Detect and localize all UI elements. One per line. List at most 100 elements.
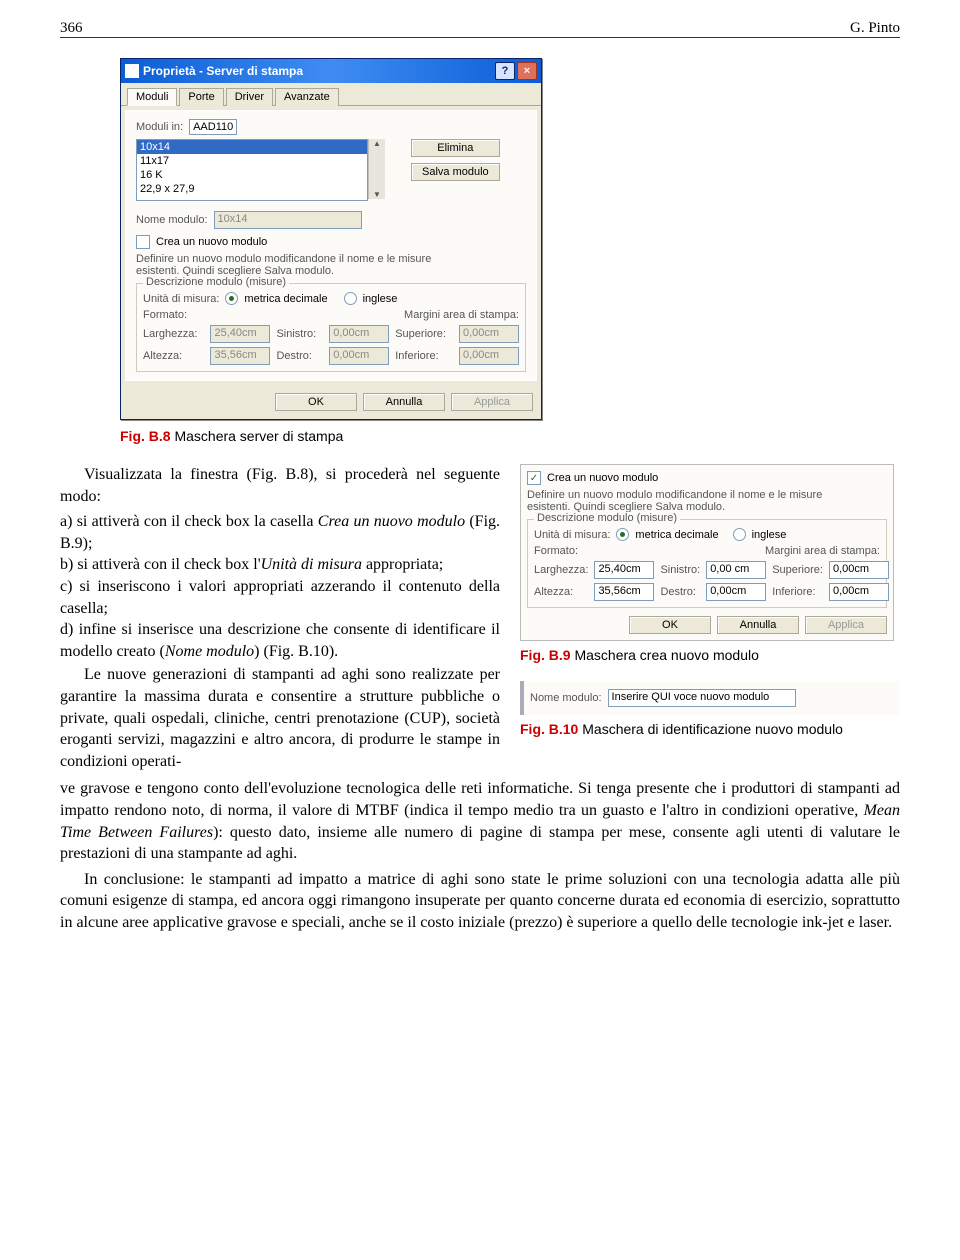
sinistro-input[interactable]: 0,00 cm: [706, 561, 766, 579]
inferiore-label: Inferiore:: [772, 586, 823, 598]
radio-metrica-label: metrica decimale: [244, 293, 327, 305]
body-line: b) si attiverà con il check box l': [60, 556, 261, 573]
check-icon: ✓: [530, 473, 538, 484]
superiore-input[interactable]: 0,00cm: [459, 325, 519, 343]
body-line: Le nuove generazioni di stampanti ad agh…: [60, 666, 500, 769]
annulla-button[interactable]: Annulla: [363, 393, 445, 411]
body-line: Visualizzata la finestra (Fig. B.8), si …: [60, 466, 500, 505]
larghezza-input[interactable]: 25,40cm: [594, 561, 654, 579]
body-italic: Nome modulo: [165, 643, 254, 660]
scroll-down-icon[interactable]: ▼: [373, 190, 381, 199]
destro-label: Destro:: [660, 586, 700, 598]
radio-inglese-label: inglese: [363, 293, 398, 305]
help-text: Definire un nuovo modulo modificandone i…: [527, 489, 847, 513]
larghezza-input[interactable]: 25,40cm: [210, 325, 270, 343]
unita-label: Unità di misura:: [534, 529, 610, 541]
altezza-label: Altezza:: [143, 350, 204, 362]
body-text-left: Visualizzata la finestra (Fig. B.8), si …: [60, 464, 500, 776]
nome-modulo-input[interactable]: 10x14: [214, 211, 362, 229]
body-line: c) si inseriscono i valori appropriati a…: [60, 578, 500, 617]
list-item[interactable]: 22,9 x 27,9: [137, 182, 367, 196]
sinistro-label: Sinistro:: [660, 564, 700, 576]
body-text-bottom: ve gravose e tengono conto dell'evoluzio…: [60, 778, 900, 933]
crea-nuovo-checkbox[interactable]: [136, 235, 150, 249]
sinistro-input[interactable]: 0,00cm: [329, 325, 389, 343]
body-line: ) (Fig. B.10).: [254, 643, 338, 660]
list-item[interactable]: 10x14: [137, 140, 367, 154]
body-line: In conclusione: le stampanti ad impatto …: [60, 869, 900, 934]
list-item[interactable]: 11x17: [137, 154, 367, 168]
tab-porte[interactable]: Porte: [179, 88, 223, 106]
inferiore-label: Inferiore:: [395, 350, 453, 362]
margini-label: Margini area di stampa:: [404, 309, 519, 321]
caption-text: Maschera server di stampa: [174, 428, 343, 444]
scroll-up-icon[interactable]: ▲: [373, 139, 381, 148]
annulla-button[interactable]: Annulla: [717, 616, 799, 634]
larghezza-label: Larghezza:: [143, 328, 204, 340]
altezza-input[interactable]: 35,56cm: [594, 583, 654, 601]
figure-b9-caption: Fig. B.9 Maschera crea nuovo modulo: [520, 647, 900, 663]
formato-label: Formato:: [143, 309, 187, 321]
body-line: a) si attiverà con il check box la casel…: [60, 513, 318, 530]
radio-inglese[interactable]: [344, 292, 357, 305]
help-button[interactable]: ?: [495, 62, 515, 80]
radio-metrica[interactable]: [616, 528, 629, 541]
applica-button[interactable]: Applica: [451, 393, 533, 411]
caption-num: Fig. B.10: [520, 721, 578, 737]
figure-b8-caption: Fig. B.8 Maschera server di stampa: [120, 428, 900, 444]
altezza-label: Altezza:: [534, 586, 588, 598]
body-line: ve gravose e tengono conto dell'evoluzio…: [60, 780, 900, 819]
destro-input[interactable]: 0,00cm: [329, 347, 389, 365]
inferiore-input[interactable]: 0,00cm: [459, 347, 519, 365]
caption-text: Maschera crea nuovo modulo: [574, 647, 758, 663]
radio-metrica-label: metrica decimale: [635, 529, 718, 541]
tab-avanzate[interactable]: Avanzate: [275, 88, 339, 106]
figure-b10: Nome modulo: Inserire QUI voce nuovo mod…: [520, 681, 900, 715]
tab-moduli[interactable]: Moduli: [127, 88, 177, 106]
inferiore-input[interactable]: 0,00cm: [829, 583, 889, 601]
figure-b8: Proprietà - Server di stampa ? × Moduli …: [120, 58, 900, 420]
crea-nuovo-label: Crea un nuovo modulo: [547, 472, 658, 484]
ok-button[interactable]: OK: [275, 393, 357, 411]
window-title: Proprietà - Server di stampa: [143, 64, 495, 78]
body-italic: Crea un nuovo modulo: [318, 513, 465, 530]
page-number: 366: [60, 20, 83, 37]
radio-inglese[interactable]: [733, 528, 746, 541]
superiore-input[interactable]: 0,00cm: [829, 561, 889, 579]
superiore-label: Superiore:: [772, 564, 823, 576]
printer-icon: [125, 64, 139, 78]
formato-label: Formato:: [534, 545, 578, 557]
caption-num: Fig. B.8: [120, 428, 171, 444]
caption-num: Fig. B.9: [520, 647, 571, 663]
crea-nuovo-checkbox[interactable]: ✓: [527, 471, 541, 485]
larghezza-label: Larghezza:: [534, 564, 588, 576]
group-label: Descrizione modulo (misure): [534, 512, 680, 524]
destro-label: Destro:: [276, 350, 323, 362]
page-author: G. Pinto: [850, 20, 900, 37]
figure-b9: ✓ Crea un nuovo modulo Definire un nuovo…: [520, 464, 894, 641]
tab-driver[interactable]: Driver: [226, 88, 273, 106]
close-button[interactable]: ×: [517, 62, 537, 80]
listbox-scrollbar[interactable]: ▲ ▼: [368, 139, 385, 199]
altezza-input[interactable]: 35,56cm: [210, 347, 270, 365]
unita-label: Unità di misura:: [143, 293, 219, 305]
titlebar: Proprietà - Server di stampa ? ×: [121, 59, 541, 83]
sinistro-label: Sinistro:: [276, 328, 323, 340]
elimina-button[interactable]: Elimina: [411, 139, 500, 157]
radio-metrica[interactable]: [225, 292, 238, 305]
applica-button[interactable]: Applica: [805, 616, 887, 634]
superiore-label: Superiore:: [395, 328, 453, 340]
moduli-listbox[interactable]: 10x14 11x17 16 K 22,9 x 27,9: [136, 139, 368, 201]
caption-text: Maschera di identificazione nuovo modulo: [582, 721, 843, 737]
destro-input[interactable]: 0,00cm: [706, 583, 766, 601]
nome-modulo-input[interactable]: Inserire QUI voce nuovo modulo: [608, 689, 796, 707]
moduli-in-value: AAD110: [189, 119, 237, 135]
group-label: Descrizione modulo (misure): [143, 276, 289, 288]
salva-modulo-button[interactable]: Salva modulo: [411, 163, 500, 181]
radio-inglese-label: inglese: [752, 529, 787, 541]
moduli-in-label: Moduli in:: [136, 121, 183, 133]
help-text: Definire un nuovo modulo modificandone i…: [136, 253, 436, 277]
ok-button[interactable]: OK: [629, 616, 711, 634]
figure-b10-caption: Fig. B.10 Maschera di identificazione nu…: [520, 721, 900, 737]
list-item[interactable]: 16 K: [137, 168, 367, 182]
